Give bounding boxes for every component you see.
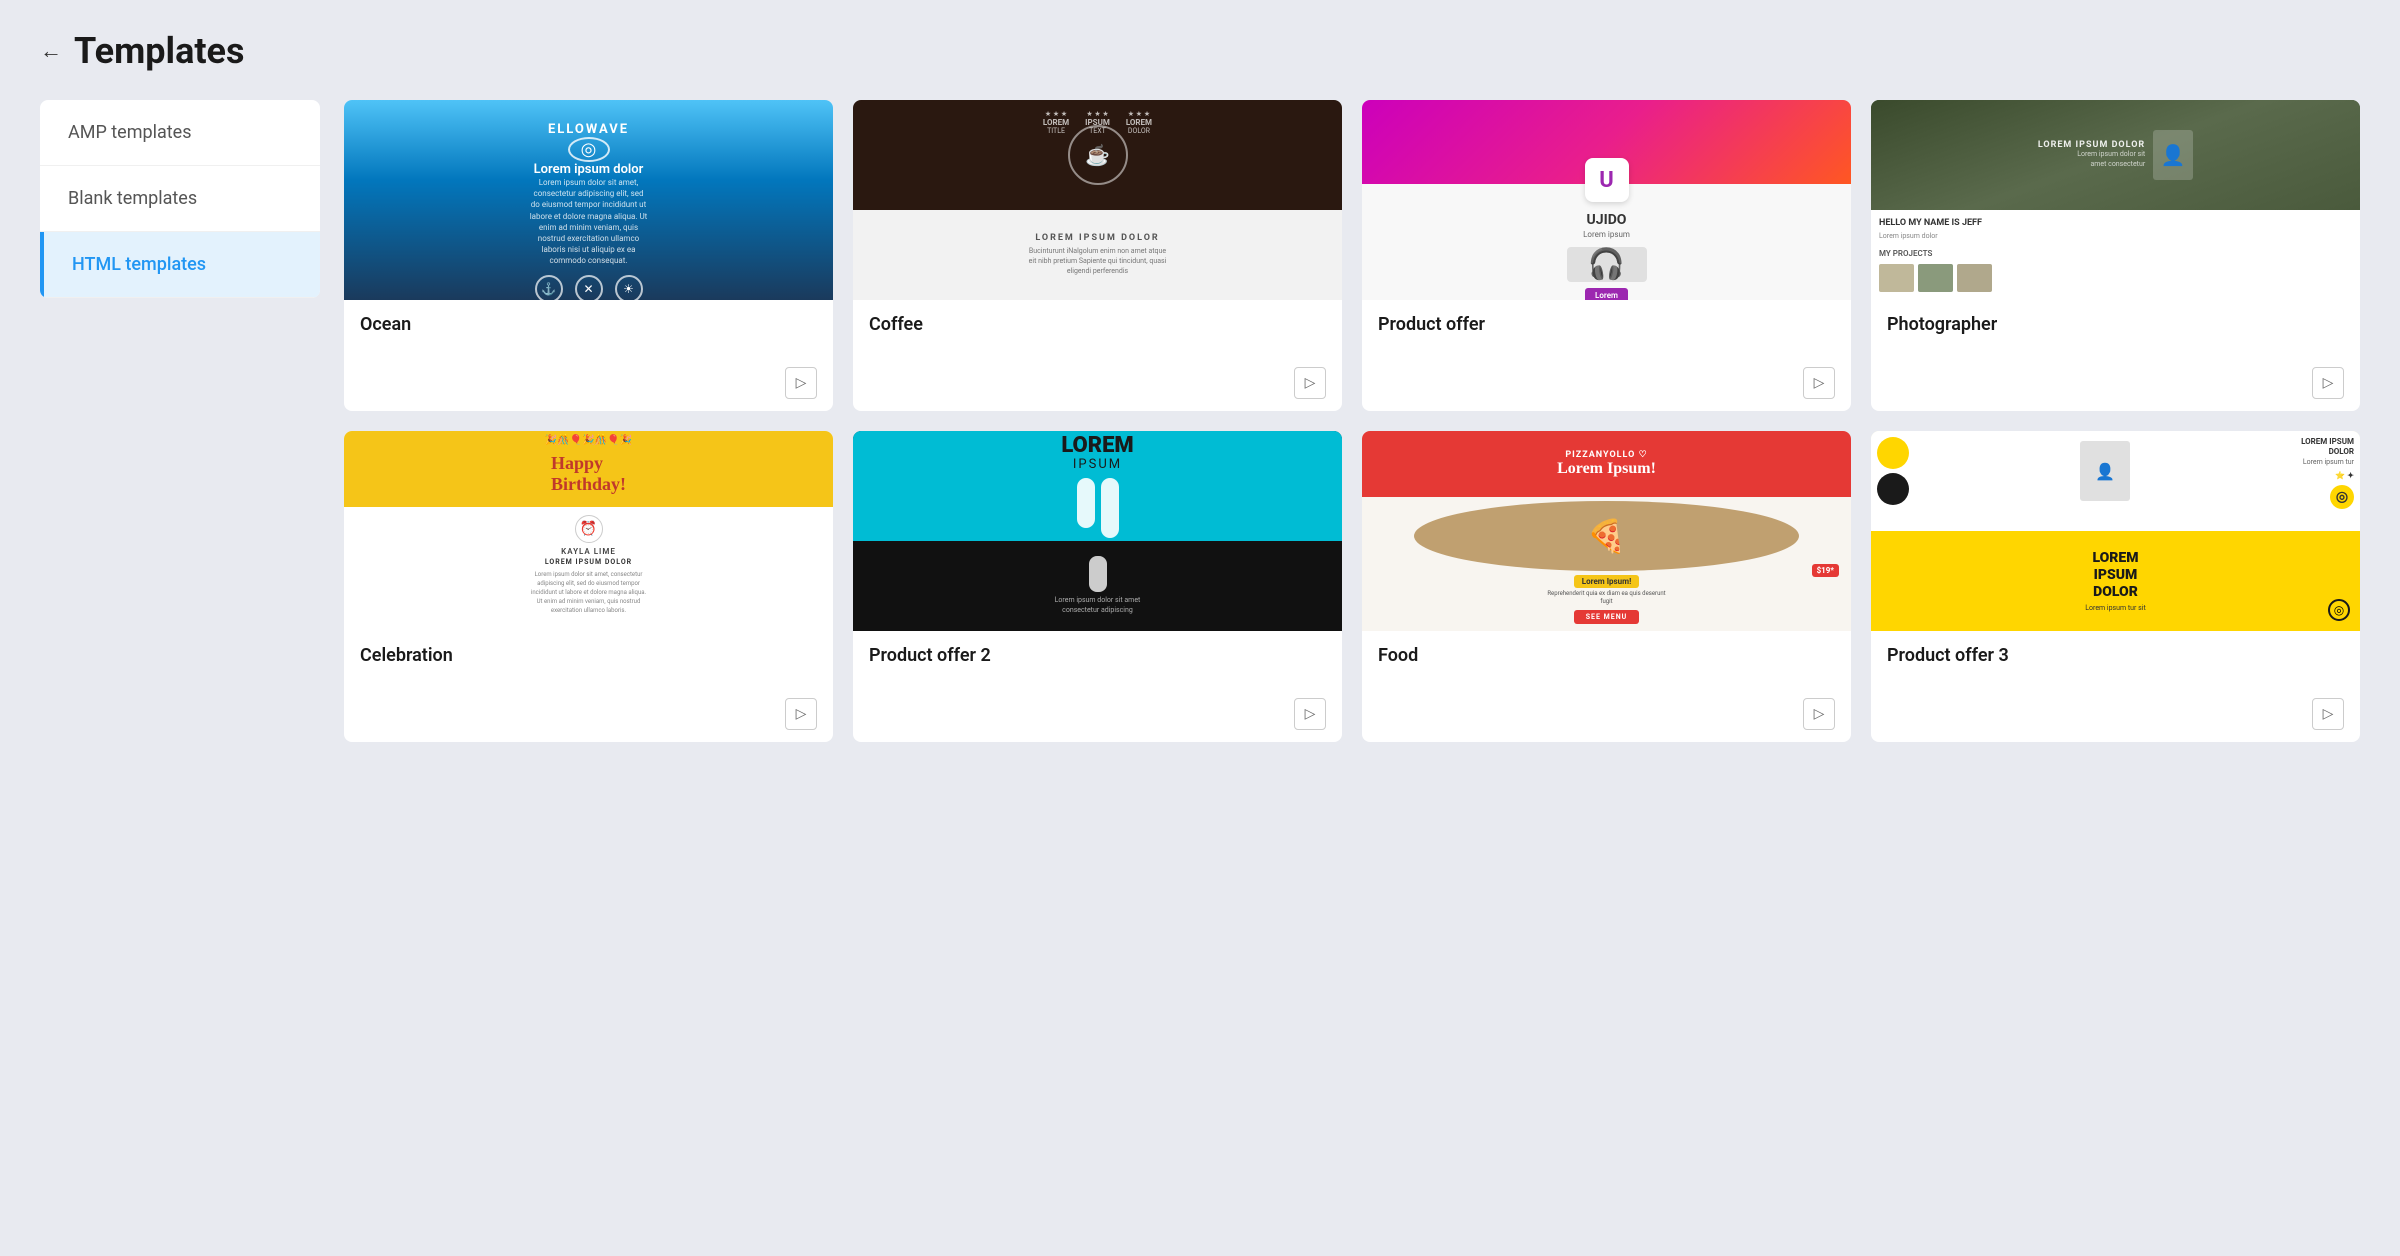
template-card-celebration[interactable]: 🎉🎊🎈🎉🎊🎈🎉 HappyBirthday! ⏰ KAYLA LIME LORE… <box>344 431 833 742</box>
template-info-product-offer-2: Product offer 2 <box>853 631 1342 698</box>
templates-grid: ELLOWAVE ◎ Lorem ipsum dolor Lorem ipsum… <box>344 100 2360 742</box>
sidebar-item-amp[interactable]: AMP templates <box>40 100 320 166</box>
use-product-offer-button[interactable]: ▷ <box>1803 367 1835 399</box>
template-info-product-offer: Product offer <box>1362 300 1851 367</box>
use-ocean-button[interactable]: ▷ <box>785 367 817 399</box>
template-action-ocean: ▷ <box>344 367 833 411</box>
template-card-product-offer-3[interactable]: 👤 LOREM IPSUM DOLOR Lorem ipsum tur ⭐ ✦ … <box>1871 431 2360 742</box>
template-action-celebration: ▷ <box>344 698 833 742</box>
use-product-offer-2-button[interactable]: ▷ <box>1294 698 1326 730</box>
template-action-product-offer-2: ▷ <box>853 698 1342 742</box>
page-title: Templates <box>74 30 244 72</box>
template-name-food: Food <box>1378 645 1835 666</box>
sidebar-item-html[interactable]: HTML templates <box>40 232 320 298</box>
template-name-product-offer-3: Product offer 3 <box>1887 645 2344 666</box>
template-action-product-offer-3: ▷ <box>1871 698 2360 742</box>
template-action-food: ▷ <box>1362 698 1851 742</box>
template-card-photographer[interactable]: LOREM IPSUM DOLOR Lorem ipsum dolor sit … <box>1871 100 2360 411</box>
template-info-celebration: Celebration <box>344 631 833 698</box>
template-card-coffee[interactable]: ☕ ★ ★ ★ LOREM TITLE ★ ★ ★ IPSUM TEXT <box>853 100 1342 411</box>
template-info-photographer: Photographer <box>1871 300 2360 367</box>
template-thumb-product-offer-2: LOREM IPSUM Lorem ipsum dolor sit amet c… <box>853 431 1342 631</box>
template-thumb-product-offer-3: 👤 LOREM IPSUM DOLOR Lorem ipsum tur ⭐ ✦ … <box>1871 431 2360 631</box>
template-card-product-offer-2[interactable]: LOREM IPSUM Lorem ipsum dolor sit amet c… <box>853 431 1342 742</box>
template-name-coffee: Coffee <box>869 314 1326 335</box>
template-name-product-offer-2: Product offer 2 <box>869 645 1326 666</box>
template-info-product-offer-3: Product offer 3 <box>1871 631 2360 698</box>
template-card-food[interactable]: PIZZANYOLLO ♡ Lorem Ipsum! 🍕 Lorem Ipsum… <box>1362 431 1851 742</box>
use-celebration-button[interactable]: ▷ <box>785 698 817 730</box>
main-layout: AMP templates Blank templates HTML templ… <box>40 100 2360 742</box>
sidebar: AMP templates Blank templates HTML templ… <box>40 100 320 298</box>
template-thumb-celebration: 🎉🎊🎈🎉🎊🎈🎉 HappyBirthday! ⏰ KAYLA LIME LORE… <box>344 431 833 631</box>
template-card-product-offer[interactable]: U UJIDO Lorem ipsum 🎧 Lorem Specificatio… <box>1362 100 1851 411</box>
back-button[interactable]: ← <box>40 38 62 64</box>
use-food-button[interactable]: ▷ <box>1803 698 1835 730</box>
template-info-coffee: Coffee <box>853 300 1342 367</box>
template-name-photographer: Photographer <box>1887 314 2344 335</box>
use-coffee-button[interactable]: ▷ <box>1294 367 1326 399</box>
template-thumb-photographer: LOREM IPSUM DOLOR Lorem ipsum dolor sit … <box>1871 100 2360 300</box>
template-info-ocean: Ocean <box>344 300 833 367</box>
use-photographer-button[interactable]: ▷ <box>2312 367 2344 399</box>
sidebar-item-blank[interactable]: Blank templates <box>40 166 320 232</box>
use-product-offer-3-button[interactable]: ▷ <box>2312 698 2344 730</box>
template-info-food: Food <box>1362 631 1851 698</box>
template-thumb-ocean: ELLOWAVE ◎ Lorem ipsum dolor Lorem ipsum… <box>344 100 833 300</box>
template-action-photographer: ▷ <box>1871 367 2360 411</box>
template-thumb-coffee: ☕ ★ ★ ★ LOREM TITLE ★ ★ ★ IPSUM TEXT <box>853 100 1342 300</box>
template-name-celebration: Celebration <box>360 645 817 666</box>
template-thumb-product-offer: U UJIDO Lorem ipsum 🎧 Lorem Specificatio… <box>1362 100 1851 300</box>
page-header: ← Templates <box>40 30 2360 72</box>
template-action-coffee: ▷ <box>853 367 1342 411</box>
template-action-product-offer: ▷ <box>1362 367 1851 411</box>
template-name-ocean: Ocean <box>360 314 817 335</box>
template-thumb-food: PIZZANYOLLO ♡ Lorem Ipsum! 🍕 Lorem Ipsum… <box>1362 431 1851 631</box>
template-card-ocean[interactable]: ELLOWAVE ◎ Lorem ipsum dolor Lorem ipsum… <box>344 100 833 411</box>
template-name-product-offer: Product offer <box>1378 314 1835 335</box>
